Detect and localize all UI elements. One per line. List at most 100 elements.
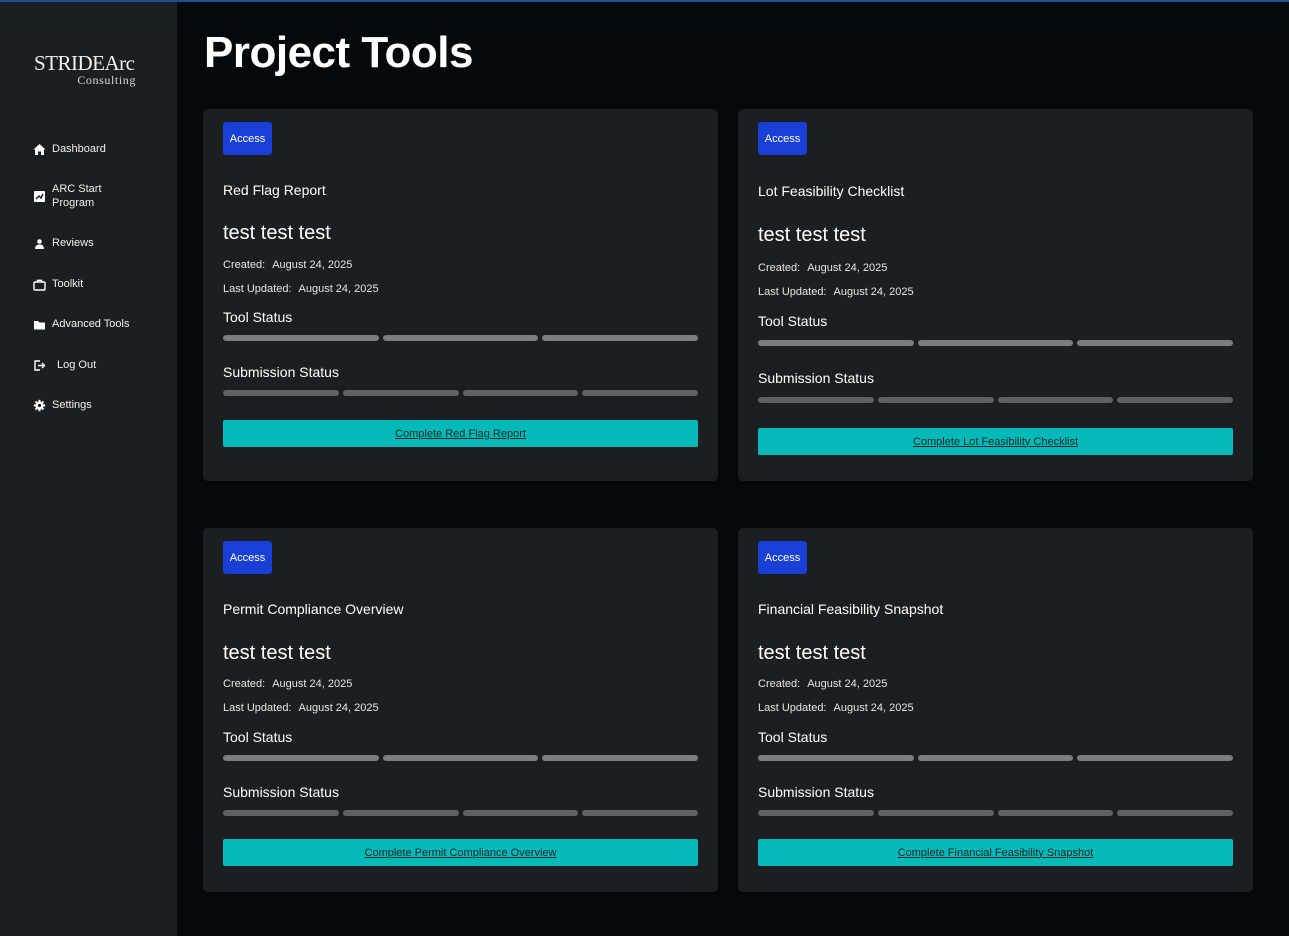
progress-segment	[223, 810, 339, 816]
sidebar-item-log-out[interactable]: Log Out	[33, 358, 163, 372]
complete-tool-button[interactable]: Complete Permit Compliance Overview	[223, 839, 698, 866]
project-name: test test test	[223, 222, 331, 244]
sidebar-item-settings[interactable]: Settings	[33, 398, 163, 412]
tool-card-lot-feasibility-checklist: Access Lot Feasibility Checklist test te…	[738, 109, 1253, 481]
tool-card-red-flag-report: Access Red Flag Report test test test Cr…	[203, 109, 718, 481]
progress-segment	[758, 810, 874, 816]
access-button[interactable]: Access	[223, 122, 272, 155]
updated-date: August 24, 2025	[833, 702, 914, 714]
created-label: Created:	[758, 262, 801, 274]
progress-segment	[462, 390, 579, 396]
created-label: Created:	[758, 678, 801, 690]
program-icon	[33, 190, 46, 203]
sidebar-item-label: Log Out	[57, 359, 97, 371]
progress-segment	[997, 810, 1114, 816]
progress-segment	[342, 810, 459, 816]
submission-status-progress	[758, 397, 1233, 403]
submission-status-progress	[223, 390, 698, 396]
sidebar-item-reviews[interactable]: Reviews	[33, 236, 163, 250]
sidebar-item-advanced-tools[interactable]: Advanced Tools	[33, 317, 163, 331]
progress-segment	[758, 755, 914, 761]
submission-status-label: Submission Status	[758, 370, 874, 386]
sidebar: STRIDEArc Consulting Dashboard ARC Start…	[0, 2, 177, 936]
access-button[interactable]: Access	[223, 541, 272, 574]
sidebar-item-label: Dashboard	[52, 143, 106, 155]
project-name: test test test	[758, 642, 866, 664]
sidebar-item-arc-start-program[interactable]: ARC Start Program	[33, 182, 163, 210]
updated-label: Last Updated:	[223, 702, 292, 714]
progress-segment	[1077, 340, 1234, 346]
progress-segment	[877, 810, 994, 816]
updated-row: Last Updated: August 24, 2025	[223, 283, 379, 295]
updated-date: August 24, 2025	[833, 286, 914, 298]
created-row: Created: August 24, 2025	[758, 262, 887, 274]
page-title: Project Tools	[204, 28, 473, 77]
updated-row: Last Updated: August 24, 2025	[223, 702, 379, 714]
updated-label: Last Updated:	[758, 286, 827, 298]
created-date: August 24, 2025	[272, 259, 353, 271]
tool-status-label: Tool Status	[223, 309, 293, 325]
brand-name: STRIDEArc	[34, 51, 135, 75]
updated-row: Last Updated: August 24, 2025	[758, 286, 914, 298]
top-accent-line	[0, 0, 1289, 2]
folder-icon	[33, 318, 46, 331]
progress-segment	[382, 755, 539, 761]
submission-status-label: Submission Status	[758, 784, 874, 800]
tool-status-progress	[758, 340, 1234, 346]
progress-segment	[997, 397, 1114, 403]
briefcase-icon	[33, 278, 46, 291]
progress-segment	[582, 390, 698, 396]
tool-card-permit-compliance-overview: Access Permit Compliance Overview test t…	[203, 528, 718, 892]
progress-segment	[223, 755, 379, 761]
created-label: Created:	[223, 259, 266, 271]
progress-segment	[1117, 397, 1233, 403]
sidebar-item-label: Settings	[52, 399, 92, 411]
progress-segment	[382, 335, 539, 341]
access-button[interactable]: Access	[758, 122, 807, 155]
tool-name: Permit Compliance Overview	[223, 601, 404, 617]
created-label: Created:	[223, 678, 266, 690]
sidebar-item-dashboard[interactable]: Dashboard	[33, 142, 163, 156]
access-button[interactable]: Access	[758, 541, 807, 574]
progress-segment	[917, 755, 1074, 761]
progress-segment	[223, 335, 379, 341]
created-date: August 24, 2025	[272, 678, 353, 690]
sidebar-item-label: Reviews	[52, 237, 94, 249]
progress-segment	[342, 390, 459, 396]
progress-segment	[582, 810, 698, 816]
progress-segment	[542, 335, 699, 341]
complete-tool-button[interactable]: Complete Lot Feasibility Checklist	[758, 428, 1233, 455]
progress-segment	[758, 397, 874, 403]
gear-icon	[33, 399, 46, 412]
submission-status-progress	[758, 810, 1233, 816]
logout-icon	[33, 359, 46, 372]
progress-segment	[462, 810, 579, 816]
tool-status-label: Tool Status	[758, 729, 828, 745]
submission-status-label: Submission Status	[223, 784, 339, 800]
brand-logo[interactable]: STRIDEArc Consulting	[34, 52, 144, 86]
created-row: Created: August 24, 2025	[223, 678, 352, 690]
sidebar-item-label: ARC Start Program	[52, 183, 102, 209]
progress-segment	[1117, 810, 1233, 816]
tool-card-financial-feasibility-snapshot: Access Financial Feasibility Snapshot te…	[738, 528, 1253, 892]
complete-tool-button[interactable]: Complete Red Flag Report	[223, 420, 698, 447]
submission-status-label: Submission Status	[223, 364, 339, 380]
updated-label: Last Updated:	[758, 702, 827, 714]
created-date: August 24, 2025	[807, 262, 888, 274]
home-icon	[33, 143, 46, 156]
brand-subtitle: Consulting	[77, 73, 136, 87]
updated-label: Last Updated:	[223, 283, 292, 295]
tool-status-progress	[223, 335, 699, 341]
sidebar-item-toolkit[interactable]: Toolkit	[33, 277, 163, 291]
updated-row: Last Updated: August 24, 2025	[758, 702, 914, 714]
progress-segment	[877, 397, 994, 403]
progress-segment	[223, 390, 339, 396]
tool-status-progress	[223, 755, 699, 761]
submission-status-progress	[223, 810, 698, 816]
complete-tool-button[interactable]: Complete Financial Feasibility Snapshot	[758, 839, 1233, 866]
tool-name: Financial Feasibility Snapshot	[758, 601, 944, 617]
created-date: August 24, 2025	[807, 678, 888, 690]
project-name: test test test	[758, 224, 866, 246]
tool-name: Lot Feasibility Checklist	[758, 183, 905, 199]
sidebar-item-label: Advanced Tools	[52, 318, 130, 330]
